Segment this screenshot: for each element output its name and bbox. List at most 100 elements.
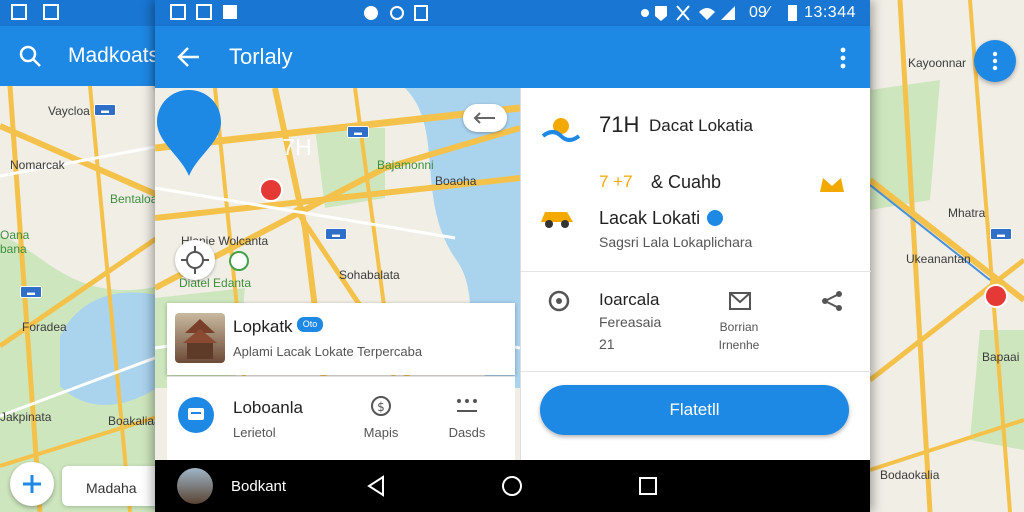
stats-secondary-line: Borrian <box>719 320 759 334</box>
map-label: Nomarcak <box>10 158 65 172</box>
stats-subtitle: Fereasaia <box>599 314 662 330</box>
share-location-button[interactable] <box>178 397 214 433</box>
dollar-circle-icon: $ <box>371 396 391 416</box>
left-map[interactable]: Vaycloa Nomarcak Bentaloa Oana bana Fora… <box>0 86 160 512</box>
location-title: Lacak Lokati <box>599 208 701 228</box>
info-main-label: Dacat Lokatia <box>649 116 753 135</box>
left-app-title: Madkoats <box>68 44 160 67</box>
left-panel: Vaycloa Nomarcak Bentaloa Oana bana Fora… <box>0 0 160 512</box>
route-shield-icon: ▬ <box>325 228 347 240</box>
nav-recents-icon[interactable] <box>636 474 660 498</box>
car-icon <box>541 212 573 228</box>
route-shield-icon: ▬ <box>990 228 1012 240</box>
app-bar: Torlaly <box>155 26 870 88</box>
action-title: Loboanla <box>233 398 303 417</box>
more-vert-icon[interactable] <box>838 46 848 70</box>
screen: Vaycloa Nomarcak Bentaloa Oana bana Fora… <box>0 0 1024 512</box>
map-label: Vaycloa <box>48 104 90 118</box>
compass-icon <box>181 246 209 274</box>
avatar[interactable] <box>177 468 213 504</box>
left-place-chip[interactable]: Madaha <box>62 466 160 506</box>
plus-icon <box>23 475 41 493</box>
svg-text:$: $ <box>377 400 385 414</box>
left-status-bar <box>0 0 160 26</box>
place-marker-icon[interactable] <box>984 284 1008 308</box>
crown-icon[interactable] <box>817 172 847 198</box>
place-photo <box>175 313 225 363</box>
map-label: Boakaliaa <box>108 414 160 428</box>
stats-count: 21 <box>599 336 615 352</box>
info-stats-row: Ioarcala Fereasaia 21 Borrian Irnenhe <box>521 272 871 372</box>
place-subtitle: Aplami Lacak Lokate Terpercaba <box>233 344 423 359</box>
info-panel: 71H Dacat Lokatia 7 +7 & Cuahb Lacak Lok… <box>520 88 871 460</box>
map-label: Kayoonnar <box>908 56 967 70</box>
grid-dots-icon <box>457 399 477 412</box>
battery-icon <box>788 5 797 21</box>
map-label: Bajamonni <box>377 158 434 172</box>
maps-button-label: Mapis <box>363 425 399 440</box>
map-label: Sohabalata <box>339 268 400 282</box>
left-chip-label: Madaha <box>86 480 137 496</box>
left-map-drawing <box>0 86 160 512</box>
map-label: Bodaokalia <box>880 468 940 482</box>
details-button-label: Dasds <box>448 425 486 440</box>
clock: 13:344 <box>804 4 856 21</box>
map-label: Jakpinata <box>0 410 52 424</box>
search-icon[interactable] <box>18 44 42 68</box>
place-badge: Oto <box>297 317 323 332</box>
stats-secondary: Borrian Irnenhe <box>709 318 769 354</box>
nav-home-icon[interactable] <box>500 474 524 498</box>
info-main-value: 71H <box>599 112 640 137</box>
action-subtitle: Lerietol <box>233 425 276 440</box>
rating-value: 7 +7 <box>599 172 633 191</box>
phone-screen: 09∕ 13:344 Torlaly Hlanie Wolcanta Diate… <box>155 0 871 512</box>
compass-button[interactable] <box>175 240 215 280</box>
primary-action-button[interactable]: Flatetll <box>540 385 849 435</box>
more-vert-icon <box>992 51 998 71</box>
back-arrow-icon[interactable] <box>175 44 201 70</box>
directions-chip[interactable] <box>463 104 507 132</box>
nav-back-icon[interactable] <box>365 474 389 498</box>
add-button[interactable] <box>10 462 54 506</box>
battery-level: 09∕ <box>749 4 770 21</box>
info-location-row[interactable]: 7 +7 & Cuahb Lacak Lokati Sagsri Lala Lo… <box>521 164 871 272</box>
mail-icon[interactable] <box>727 288 753 314</box>
directions-icon <box>473 112 495 124</box>
location-subtitle: Sagsri Lala Lokaplichara <box>599 234 753 250</box>
status-bar: 09∕ 13:344 <box>155 0 870 26</box>
stats-title: Ioarcala <box>599 290 660 309</box>
map-label: Foradea <box>22 320 67 334</box>
maps-button[interactable]: $ Mapis <box>351 393 411 453</box>
location-pin-icon[interactable] <box>155 88 223 178</box>
details-button[interactable]: Dasds <box>437 393 497 453</box>
system-icons <box>641 5 735 21</box>
map-label: Bapaai <box>982 350 1020 364</box>
pin-label: 7H <box>282 134 312 160</box>
map-label: bana <box>0 242 27 256</box>
action-row: Loboanla Lerietol $ Mapis Dasds <box>167 376 515 460</box>
verified-icon <box>707 210 723 226</box>
route-shield-icon: ▬ <box>20 286 42 298</box>
rating-title: & Cuahb <box>651 172 722 192</box>
place-title: Lopkatk <box>233 317 293 336</box>
search-location-icon[interactable] <box>545 288 575 318</box>
status-icons <box>11 4 59 20</box>
map-label: Oana <box>0 228 30 242</box>
left-app-bar: Madkoats <box>0 26 160 86</box>
place-marker-icon[interactable] <box>259 178 283 202</box>
map-label: Mhatra <box>948 206 986 220</box>
page-title: Torlaly <box>229 44 293 69</box>
share-icon[interactable] <box>819 288 845 314</box>
map-label: Bentaloa <box>110 192 158 206</box>
map-label: Ukeanantan <box>906 252 971 266</box>
more-fab-button[interactable] <box>974 40 1016 82</box>
weather-icon <box>541 118 581 142</box>
park-marker-icon[interactable] <box>229 251 249 271</box>
stats-secondary-line: Irnenhe <box>718 338 760 352</box>
place-card[interactable]: Lopkatk Oto Aplami Lacak Lokate Terperca… <box>167 303 515 375</box>
info-header-row: 71H Dacat Lokatia <box>521 88 871 158</box>
message-icon <box>188 408 204 420</box>
route-shield-icon: ▬ <box>347 126 369 138</box>
system-nav-bar: Bodkant <box>155 460 870 512</box>
notification-icons <box>170 4 237 20</box>
